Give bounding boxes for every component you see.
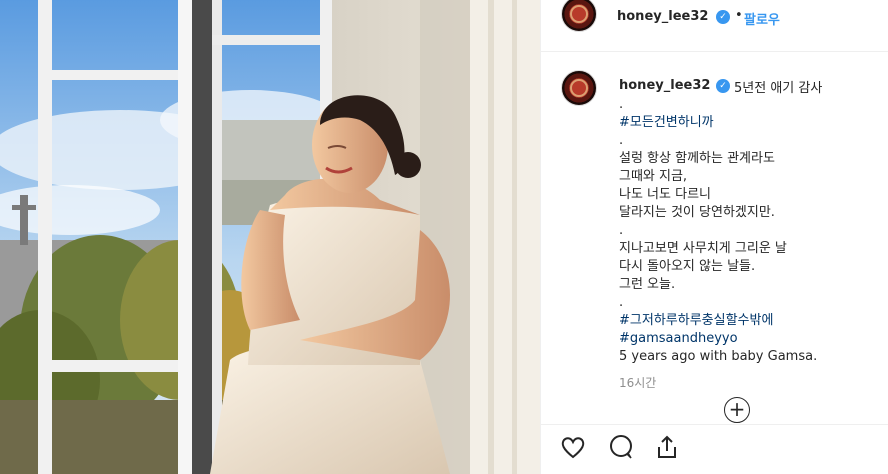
hashtag-link[interactable]: #모든건변하니까 xyxy=(619,114,888,132)
post-photo[interactable] xyxy=(0,0,540,474)
caption-line: . xyxy=(619,295,624,310)
caption-line: 나도 너도 다르니 xyxy=(619,187,711,202)
caption-line: 지나고보면 사무치게 그리운 날 xyxy=(619,241,787,256)
hashtag-link[interactable]: #그저하루하루충실할수밖에 xyxy=(619,312,888,330)
photo-illustration xyxy=(0,0,540,474)
caption-line: 그런 오늘. xyxy=(619,277,676,292)
hashtag-link[interactable]: #gamsaandheyyo xyxy=(619,330,888,348)
caption-line: 다시 돌아오지 않는 날들. xyxy=(619,259,756,274)
caption-line: 5 years ago with baby Gamsa. xyxy=(619,349,818,364)
caption-line: 그때와 지금, xyxy=(619,169,688,184)
heart-icon[interactable] xyxy=(559,433,587,461)
caption-line: 설렁 항상 함께하는 관계라도 xyxy=(619,151,775,166)
post-header: honey_lee32 ✓ • 팔로우 xyxy=(541,0,888,52)
post-timestamp[interactable]: 16시간 xyxy=(619,374,656,391)
caption-line: 달라지는 것이 당연하겠지만. xyxy=(619,205,775,220)
comment-icon[interactable] xyxy=(607,433,635,461)
follow-button[interactable]: 팔로우 xyxy=(744,9,780,28)
caption-username-link[interactable]: honey_lee32 xyxy=(619,78,710,93)
load-more-comments-button[interactable]: + xyxy=(724,397,750,423)
username-link[interactable]: honey_lee32 xyxy=(617,9,708,24)
avatar[interactable] xyxy=(561,0,597,32)
caption-avatar[interactable] xyxy=(561,70,597,106)
action-bar xyxy=(541,424,888,474)
caption-section: honey_lee32 ✓ 5년전 애기 감사 . #모든건변하니까 . 설렁 … xyxy=(541,52,888,410)
verified-badge-icon: ✓ xyxy=(716,10,730,24)
verified-badge-icon: ✓ xyxy=(716,79,730,93)
caption-line: . xyxy=(619,133,624,148)
post-details-panel: honey_lee32 ✓ • 팔로우 honey_lee32 ✓ 5년전 애기… xyxy=(540,0,888,474)
share-icon[interactable] xyxy=(653,433,681,461)
caption-body: . #모든건변하니까 . 설렁 항상 함께하는 관계라도 그때와 지금, 나도 … xyxy=(619,96,888,366)
caption-first-line: 5년전 애기 감사 xyxy=(734,81,823,96)
caption-line: . xyxy=(619,97,624,112)
separator-dot: • xyxy=(735,8,743,23)
caption-line: . xyxy=(619,223,624,238)
